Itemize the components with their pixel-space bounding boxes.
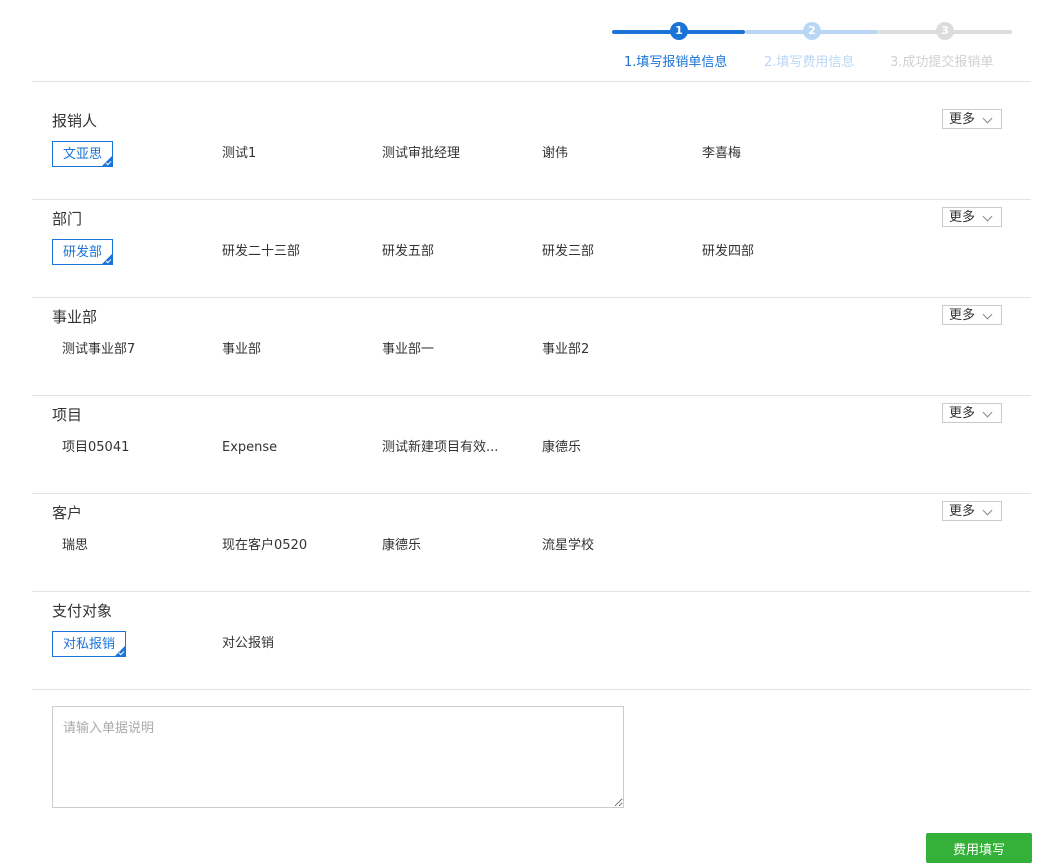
check-icon [105, 159, 112, 166]
option[interactable]: 项目05041 [52, 435, 129, 461]
step-3-dot: 3 [936, 22, 954, 40]
divider [32, 297, 1031, 298]
divider [32, 591, 1031, 592]
section-reimburser: 报销人 更多 文亚思 测试1 测试审批经理 谢伟 李喜梅 [52, 109, 1002, 180]
more-label: 更多 [949, 308, 976, 323]
fill-expense-button[interactable]: 费用填写 [926, 833, 1032, 863]
option[interactable]: 研发五部 [382, 239, 434, 265]
check-icon [118, 649, 125, 656]
option-label: 对私报销 [63, 637, 116, 652]
option[interactable]: 测试新建项目有效... [382, 435, 498, 461]
option[interactable]: 研发二十三部 [222, 239, 300, 265]
option[interactable]: 康德乐 [542, 435, 581, 461]
option[interactable]: 事业部 [222, 337, 261, 363]
option[interactable]: 事业部一 [382, 337, 434, 363]
option[interactable]: 事业部2 [542, 337, 589, 363]
more-dropdown-button[interactable]: 更多 [942, 109, 1002, 129]
option-label: 研发部 [63, 245, 103, 260]
chevron-down-icon [982, 113, 993, 124]
more-label: 更多 [949, 210, 976, 225]
section-title: 项目 [52, 406, 83, 424]
option-selected[interactable]: 研发部 [52, 239, 114, 265]
option[interactable]: 现在客户0520 [222, 533, 307, 559]
divider [32, 493, 1031, 494]
option-selected[interactable]: 文亚思 [52, 141, 114, 167]
more-label: 更多 [949, 504, 976, 519]
section-title: 报销人 [52, 112, 98, 130]
section-customer: 客户 更多 瑞思 现在客户0520 康德乐 流星学校 [52, 501, 1002, 572]
option[interactable]: 研发四部 [702, 239, 754, 265]
section-title: 事业部 [52, 308, 98, 326]
option[interactable]: Expense [222, 435, 277, 461]
option[interactable]: 测试事业部7 [52, 337, 135, 363]
section-project: 项目 更多 项目05041 Expense 测试新建项目有效... 康德乐 [52, 403, 1002, 474]
option[interactable]: 康德乐 [382, 533, 421, 559]
step-1-label: 1.填写报销单信息 [624, 55, 728, 70]
progress-stepper: 1 2 3 1.填写报销单信息 2.填写费用信息 3.成功提交报销单 [612, 20, 1012, 70]
step-2-dot: 2 [803, 22, 821, 40]
option-label: 文亚思 [63, 147, 103, 162]
section-title: 部门 [52, 210, 83, 228]
step-2-label: 2.填写费用信息 [764, 55, 855, 70]
option[interactable]: 研发三部 [542, 239, 594, 265]
section-title: 支付对象 [52, 602, 113, 620]
more-dropdown-button[interactable]: 更多 [942, 403, 1002, 423]
check-icon [105, 257, 112, 264]
more-dropdown-button[interactable]: 更多 [942, 501, 1002, 521]
section-business-unit: 事业部 更多 测试事业部7 事业部 事业部一 事业部2 [52, 305, 1002, 376]
description-textarea[interactable] [52, 706, 624, 808]
chevron-down-icon [982, 407, 993, 418]
option[interactable]: 测试审批经理 [382, 141, 460, 167]
chevron-down-icon [982, 211, 993, 222]
section-title: 客户 [52, 504, 83, 522]
chevron-down-icon [982, 505, 993, 516]
more-dropdown-button[interactable]: 更多 [942, 305, 1002, 325]
more-label: 更多 [949, 406, 976, 421]
divider [32, 81, 1031, 82]
chevron-down-icon [982, 309, 993, 320]
divider [32, 689, 1031, 690]
section-payee: 支付对象 对私报销 对公报销 [52, 600, 1002, 670]
option[interactable]: 李喜梅 [702, 141, 741, 167]
option[interactable]: 对公报销 [222, 631, 274, 657]
option[interactable]: 流星学校 [542, 533, 594, 559]
option[interactable]: 瑞思 [52, 533, 88, 559]
option[interactable]: 谢伟 [542, 141, 568, 167]
section-department: 部门 更多 研发部 研发二十三部 研发五部 研发三部 研发四部 [52, 207, 1002, 278]
option-selected[interactable]: 对私报销 [52, 631, 127, 657]
option[interactable]: 测试1 [222, 141, 256, 167]
divider [32, 199, 1031, 200]
divider [32, 395, 1031, 396]
step-1-dot: 1 [670, 22, 688, 40]
more-label: 更多 [949, 112, 976, 127]
more-dropdown-button[interactable]: 更多 [942, 207, 1002, 227]
step-3-label: 3.成功提交报销单 [890, 55, 994, 70]
